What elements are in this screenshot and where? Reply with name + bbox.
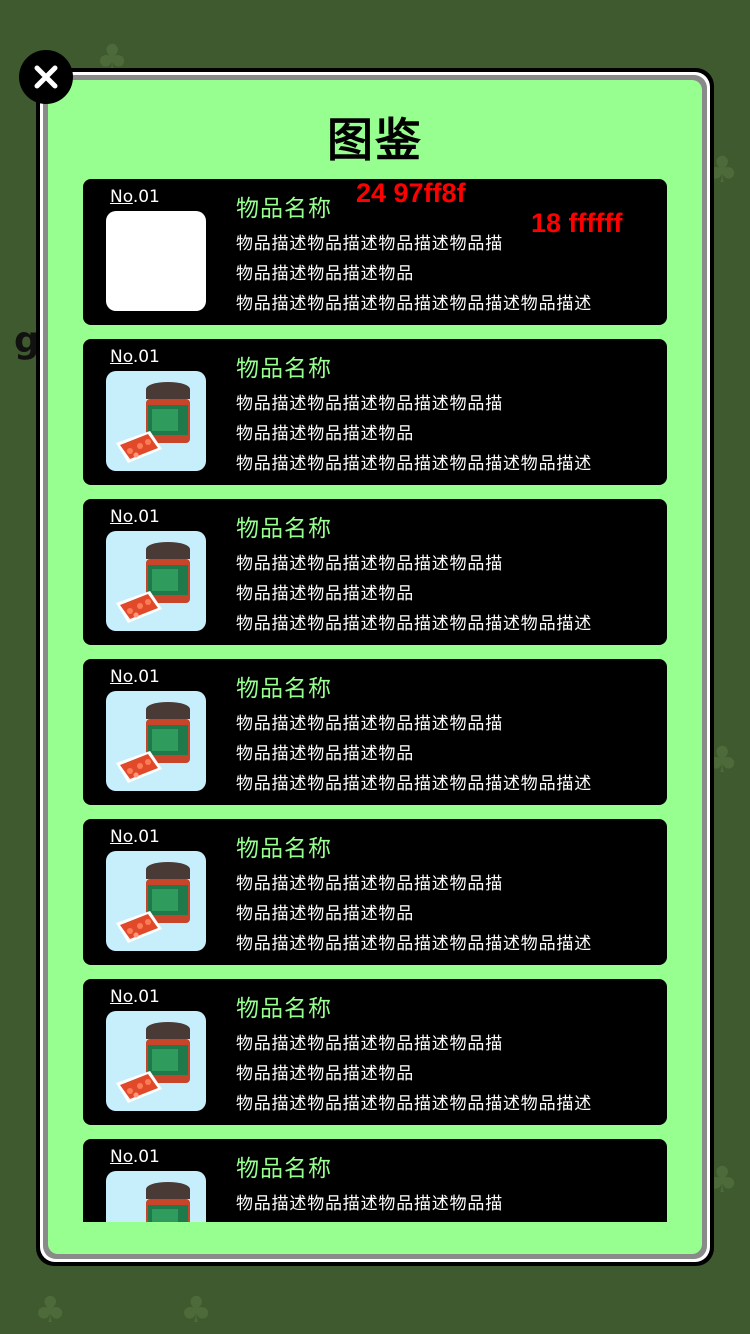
item-description-line: 物品描述物品描述物品描述物品描述物品描述	[236, 1094, 592, 1114]
item-image-placeholder	[106, 211, 206, 311]
item-description-line: 物品描述物品描述物品描述物品描述物品描述	[236, 294, 592, 314]
item-description-line: 物品描述物品描述物品描述物品描述物品描述	[236, 614, 592, 634]
item-name: 物品名称	[236, 1156, 332, 1182]
close-button[interactable]	[19, 50, 73, 104]
item-description-line: 物品描述物品描述物品描述物品描	[236, 1194, 503, 1214]
grass-decoration: ♣	[34, 1290, 67, 1331]
item-number: No.01	[110, 667, 160, 687]
item-description-line: 物品描述物品描述物品	[236, 584, 414, 604]
item-description-line: 物品描述物品描述物品描述物品描述物品描述	[236, 934, 592, 954]
item-description-line: 物品描述物品描述物品描述物品描	[236, 714, 503, 734]
item-name: 物品名称	[236, 996, 332, 1022]
sauce-jar-image	[106, 1171, 206, 1222]
desc-style-annotation: 18 ffffff	[531, 208, 623, 238]
item-list[interactable]: No.01 物品名称 物品描述物品描述物品描述物品描 物品描述物品描述物品 物品描述物品…	[83, 179, 667, 1222]
item-number: No.01	[110, 827, 160, 847]
item-card[interactable]: No.01 物品名称物品描述物品描述物品描述物品描物品描述物品描述物品物品描述物…	[83, 979, 667, 1125]
item-description-line: 物品描述物品描述物品	[236, 1219, 414, 1222]
item-description-line: 物品描述物品描述物品描述物品描	[236, 394, 503, 414]
item-description-line: 物品描述物品描述物品描述物品描述物品描述	[236, 774, 592, 794]
item-card[interactable]: No.01 物品名称物品描述物品描述物品描述物品描物品描述物品描述物品物品描述物…	[83, 499, 667, 645]
item-card[interactable]: No.01 物品名称物品描述物品描述物品描述物品描物品描述物品描述物品物品描述物…	[83, 339, 667, 485]
sauce-jar-image	[106, 1011, 206, 1111]
item-description-line: 物品描述物品描述物品描述物品描	[236, 554, 503, 574]
name-style-annotation: 24 97ff8f	[356, 178, 466, 208]
item-description-line: 物品描述物品描述物品	[236, 744, 414, 764]
item-name: 物品名称	[236, 516, 332, 542]
item-name: 物品名称	[236, 676, 332, 702]
item-card[interactable]: No.01 物品名称物品描述物品描述物品描述物品描物品描述物品描述物品物品描述物…	[83, 1139, 667, 1222]
item-description-line: 物品描述物品描述物品	[236, 264, 414, 284]
close-icon	[34, 65, 58, 89]
sauce-jar-image	[106, 371, 206, 471]
sauce-jar-image	[106, 531, 206, 631]
item-description-line: 物品描述物品描述物品	[236, 424, 414, 444]
item-description-line: 物品描述物品描述物品描述物品描述物品描述	[236, 454, 592, 474]
item-description-line: 物品描述物品描述物品	[236, 1064, 414, 1084]
grass-decoration: ♣	[180, 1290, 213, 1331]
item-name: 物品名称	[236, 836, 332, 862]
item-number: No.01	[110, 347, 160, 367]
item-name: 物品名称	[236, 356, 332, 382]
item-number: No.01	[110, 987, 160, 1007]
item-card[interactable]: No.01 物品名称物品描述物品描述物品描述物品描物品描述物品描述物品物品描述物…	[83, 819, 667, 965]
item-description-line: 物品描述物品描述物品描述物品描	[236, 1034, 503, 1054]
item-description-line: 物品描述物品描述物品	[236, 904, 414, 924]
item-card[interactable]: No.01 物品名称物品描述物品描述物品描述物品描物品描述物品描述物品物品描述物…	[83, 659, 667, 805]
sauce-jar-image	[106, 851, 206, 951]
sauce-jar-image	[106, 691, 206, 791]
item-number: No.01	[110, 187, 160, 207]
item-name: 物品名称	[236, 196, 332, 222]
item-description-line: 物品描述物品描述物品描述物品描	[236, 234, 503, 254]
item-description-line: 物品描述物品描述物品描述物品描	[236, 874, 503, 894]
dialog-title: 图鉴	[327, 113, 423, 167]
item-number: No.01	[110, 1147, 160, 1167]
item-number: No.01	[110, 507, 160, 527]
